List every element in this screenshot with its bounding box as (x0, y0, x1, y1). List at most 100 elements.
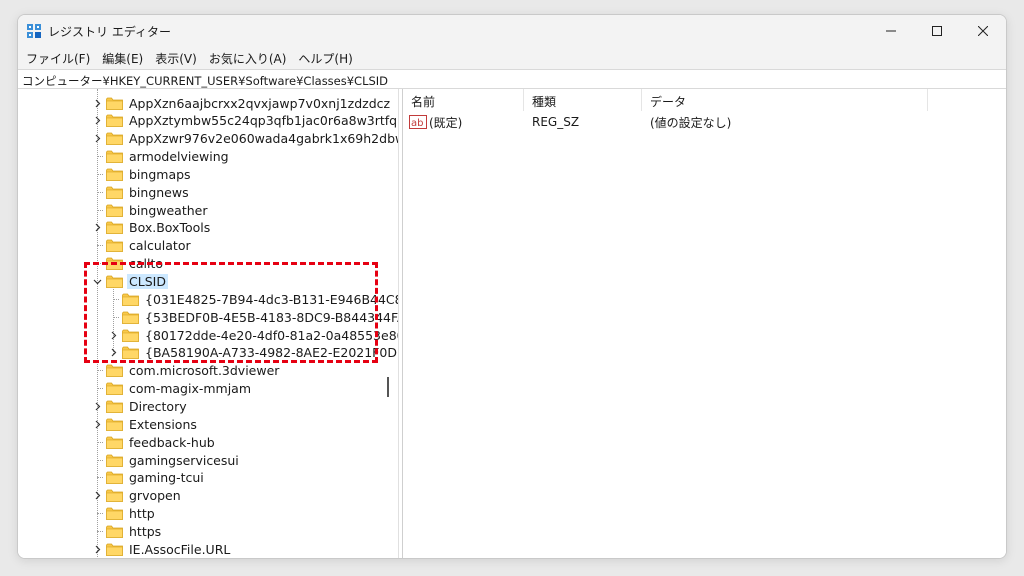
chevron-right-icon[interactable] (91, 219, 103, 237)
folder-icon (106, 239, 123, 253)
chevron-right-icon[interactable] (91, 130, 103, 148)
tree-item[interactable]: calculator (91, 237, 193, 255)
column-header-name[interactable]: 名前 (403, 89, 524, 111)
tree-item[interactable]: gamingservicesui (91, 451, 241, 469)
menu-help[interactable]: ヘルプ(H) (292, 47, 358, 69)
tree-item[interactable]: bingmaps (91, 165, 193, 183)
value-data: (値の設定なし) (650, 115, 732, 130)
tree-item-label: Directory (129, 398, 187, 414)
scrollbar-thumb[interactable] (387, 377, 389, 397)
key-tree-pane[interactable]: AppXzn6aajbcrxx2qvxjawp7v0xnj1zdzdcz AppX… (18, 89, 398, 558)
folder-icon (106, 168, 123, 181)
tree-item-label: bingnews (129, 184, 189, 200)
tree-item[interactable]: AppXztymbw55c24qp3qfb1jac0r6a8w3rtfq (91, 112, 398, 130)
tree-item[interactable]: bingweather (91, 201, 210, 219)
tree-item-label: gamingservicesui (129, 452, 239, 468)
chevron-right-icon[interactable] (91, 415, 103, 433)
menu-edit[interactable]: 編集(E) (96, 47, 149, 69)
tree-item-label: gaming-tcui (129, 470, 204, 486)
tree-item[interactable]: AppXzn6aajbcrxx2qvxjawp7v0xnj1zdzdcz (91, 94, 392, 112)
tree-child-item[interactable]: {031E4825-7B94-4dc3-B131-E946B44C8DD5} (107, 290, 398, 308)
tree-item[interactable]: CLSID (91, 273, 168, 291)
tree-connector (91, 451, 103, 469)
chevron-right-icon[interactable] (91, 487, 103, 505)
tree-item-label: bingmaps (129, 166, 191, 182)
tree-item-label: CLSID (127, 274, 168, 289)
tree-item[interactable]: Extensions (91, 415, 199, 433)
tree-item-label: bingweather (129, 202, 208, 218)
menu-view[interactable]: 表示(V) (149, 47, 203, 69)
tree-child-item[interactable]: {BA58190A-A733-4982-8AE2-E2021F0DD503} (107, 344, 398, 362)
tree-item-label: http (129, 506, 155, 522)
tree-item[interactable]: https (91, 522, 163, 540)
folder-icon (122, 346, 139, 360)
svg-text:ab: ab (411, 118, 423, 129)
folder-icon (106, 275, 123, 288)
title-bar[interactable]: レジストリ エディター (18, 15, 1006, 47)
minimize-button[interactable] (868, 15, 914, 47)
tree-connector (91, 433, 103, 451)
menu-favorites[interactable]: お気に入り(A) (203, 47, 293, 69)
tree-item[interactable]: bingnews (91, 183, 191, 201)
maximize-button[interactable] (914, 15, 960, 47)
folder-icon (106, 257, 123, 271)
tree-item[interactable]: callto (91, 255, 165, 273)
folder-icon (106, 364, 123, 378)
tree-item[interactable]: AppXzwr976v2e060wada4gabrk1x69h2dbwy (91, 130, 398, 148)
tree-item[interactable]: IE.AssocFile.URL (91, 540, 232, 558)
value-name: (既定) (429, 115, 463, 130)
chevron-right-icon[interactable] (107, 344, 119, 362)
folder-icon (106, 436, 123, 449)
tree-item[interactable]: armodelviewing (91, 148, 231, 166)
maximize-icon (932, 26, 942, 36)
tree-item[interactable]: http (91, 505, 157, 523)
registry-editor-window: レジストリ エディター ファイル(F) 編集(E) 表示(V) お気に入り(A)… (17, 14, 1007, 559)
window-title: レジストリ エディター (48, 25, 171, 39)
chevron-right-icon[interactable] (91, 112, 103, 130)
tree-item[interactable]: feedback-hub (91, 433, 217, 451)
tree-item[interactable]: com.microsoft.3dviewer (91, 362, 281, 380)
folder-icon (106, 454, 123, 467)
menu-file[interactable]: ファイル(F) (18, 47, 96, 69)
tree-connector (91, 148, 103, 166)
tree-item-label: grvopen (129, 488, 181, 504)
tree-item[interactable]: Box.BoxTools (91, 219, 212, 237)
chevron-down-icon[interactable] (91, 273, 103, 291)
chevron-right-icon[interactable] (107, 326, 119, 344)
tree-item-label: {80172dde-4e20-4df0-81a2-0a48553e80bb} (145, 327, 398, 343)
value-list-pane[interactable]: 名前 種類 データ ab (既定) REG_SZ (値の設定なし) (402, 89, 1006, 558)
folder-icon (106, 186, 123, 199)
chevron-right-icon[interactable] (91, 397, 103, 415)
tree-item-label: {53BEDF0B-4E5B-4183-8DC9-B844344FA104} (145, 309, 398, 325)
chevron-right-icon[interactable] (91, 94, 103, 112)
tree-item-label: {BA58190A-A733-4982-8AE2-E2021F0DD503} (145, 345, 398, 361)
folder-icon (106, 132, 123, 146)
chevron-right-icon[interactable] (91, 540, 103, 558)
folder-icon (122, 329, 139, 342)
folder-icon (122, 293, 139, 306)
folder-icon (106, 471, 123, 485)
tree-item-label: com-magix-mmjam (129, 381, 252, 397)
tree-item[interactable]: grvopen (91, 487, 183, 505)
tree-item[interactable]: gaming-tcui (91, 469, 206, 487)
address-bar[interactable]: コンピューター¥HKEY_CURRENT_USER¥Software¥Class… (18, 69, 1006, 89)
tree-item[interactable]: Directory (91, 397, 189, 415)
tree-connector (91, 469, 103, 487)
folder-icon (106, 97, 123, 110)
folder-icon (106, 489, 123, 503)
close-icon (978, 26, 988, 36)
tree-item[interactable]: com-magix-mmjam (91, 380, 253, 398)
column-header-type[interactable]: 種類 (524, 89, 642, 111)
column-header-data[interactable]: データ (642, 89, 928, 111)
folder-icon (106, 507, 123, 520)
tree-child-item[interactable]: {53BEDF0B-4E5B-4183-8DC9-B844344FA104} (107, 308, 398, 326)
tree-connector (91, 362, 103, 380)
folder-icon (106, 150, 123, 163)
folder-icon (106, 400, 123, 413)
tree-item-label: Box.BoxTools (129, 220, 211, 236)
close-button[interactable] (960, 15, 1006, 47)
ab-string-icon: ab (409, 115, 427, 129)
folder-icon (106, 221, 123, 235)
folder-icon (122, 311, 139, 324)
tree-child-item[interactable]: {80172dde-4e20-4df0-81a2-0a48553e80bb} (107, 326, 398, 344)
